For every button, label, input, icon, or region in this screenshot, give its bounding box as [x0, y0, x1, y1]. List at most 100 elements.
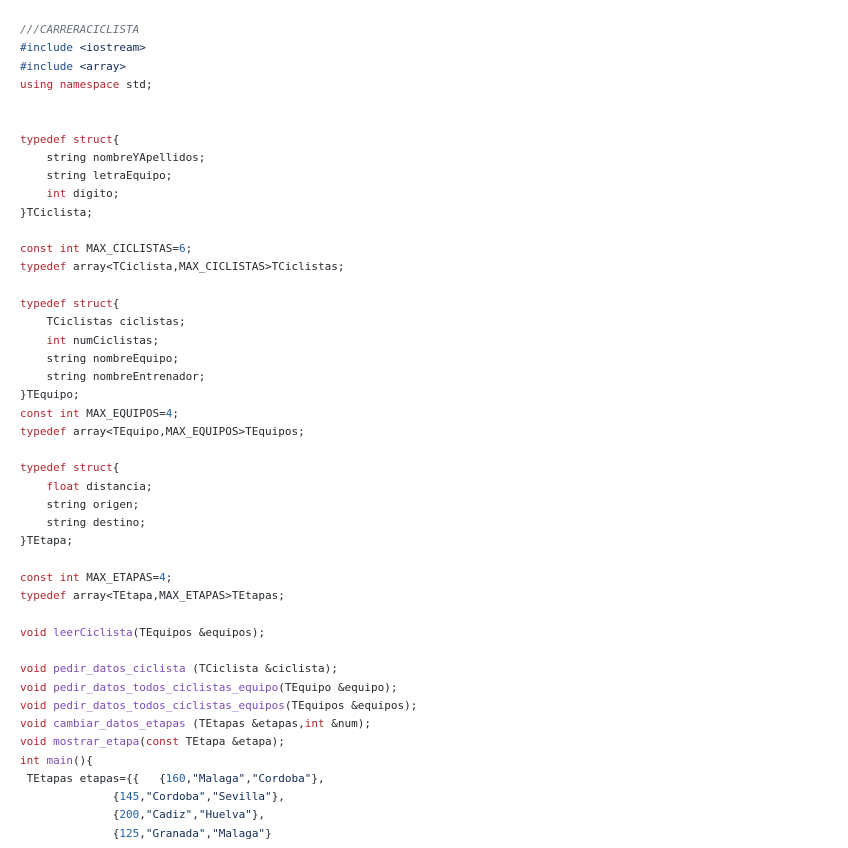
include-path-token: <iostream>: [79, 41, 146, 55]
code-line: string nombreEntrenador;: [20, 368, 848, 386]
include-path-token: <array>: [79, 59, 126, 73]
code-token: string nombreEntrenador;: [20, 370, 206, 384]
keyword-token: void: [20, 625, 47, 639]
keyword-token: const: [20, 406, 54, 420]
keyword-token: int: [304, 717, 325, 731]
code-line: {145,"Cordoba","Sevilla"},: [20, 788, 848, 806]
string-token: "Cordoba": [251, 771, 312, 785]
code-line: const int MAX_CICLISTAS=6;: [20, 240, 848, 258]
code-line: void mostrar_etapa(const TEtapa &etapa);: [20, 733, 848, 751]
keyword-token: void: [20, 698, 47, 712]
code-token: MAX_EQUIPOS=: [79, 406, 166, 420]
code-token: string destino;: [20, 516, 146, 530]
keyword-token: int: [20, 753, 40, 767]
code-token: distancia;: [79, 479, 153, 493]
keyword-token: using: [20, 77, 54, 91]
code-line: string destino;: [20, 514, 848, 532]
number-token: 145: [119, 790, 140, 804]
code-token: ,: [139, 826, 146, 840]
code-line: using namespace std;: [20, 76, 848, 94]
code-token: (TEquipos &equipos);: [132, 625, 266, 639]
string-token: "Cadiz": [145, 808, 193, 822]
code-line: #include <array>: [20, 58, 848, 76]
keyword-token: int: [59, 406, 80, 420]
keyword-token: int: [46, 187, 67, 201]
code-line: TEtapas etapas={{ {160,"Malaga","Cordoba…: [20, 770, 848, 788]
code-line: void leerCiclista(TEquipos &equipos);: [20, 624, 848, 642]
function-name-token: pedir_datos_ciclista: [53, 662, 186, 676]
code-line: typedef array<TEquipo,MAX_EQUIPOS>TEquip…: [20, 423, 848, 441]
code-line: typedef struct{: [20, 131, 848, 149]
code-line: TCiclistas ciclistas;: [20, 313, 848, 331]
code-token: array<TEquipo,MAX_EQUIPOS>TEquipos;: [66, 424, 305, 438]
code-line: string nombreYApellidos;: [20, 149, 848, 167]
code-token: }TCiclista;: [20, 205, 93, 219]
code-token: (TEtapas &etapas,: [185, 717, 305, 731]
code-token: },: [251, 808, 266, 822]
code-token: array<TEtapa,MAX_ETAPAS>TEtapas;: [66, 589, 285, 603]
keyword-token: typedef: [20, 296, 67, 310]
keyword-token: typedef: [20, 461, 67, 475]
keyword-token: int: [46, 333, 67, 347]
code-token: MAX_CICLISTAS=: [79, 242, 179, 256]
code-token: (TCiclista &ciclista);: [185, 662, 338, 676]
keyword-token: void: [20, 735, 47, 749]
keyword-token: void: [20, 662, 47, 676]
code-token: MAX_ETAPAS=: [79, 570, 160, 584]
code-line: #include <iostream>: [20, 39, 848, 57]
keyword-token: int: [59, 570, 80, 584]
code-token: TEtapas etapas={{ {: [20, 771, 166, 785]
code-token: ,: [139, 790, 146, 804]
code-line: string origen;: [20, 496, 848, 514]
code-line: float distancia;: [20, 478, 848, 496]
string-token: "Cordoba": [145, 790, 206, 804]
code-token: {: [112, 132, 120, 146]
function-name-token: cambiar_datos_etapas: [53, 717, 186, 731]
code-line: typedef array<TCiclista,MAX_CICLISTAS>TC…: [20, 258, 848, 276]
code-editor[interactable]: ///CARRERACICLISTA #include <iostream> #in…: [0, 0, 848, 848]
code-token: &num);: [324, 717, 372, 731]
keyword-token: typedef: [20, 424, 67, 438]
code-token: string origen;: [20, 497, 140, 511]
code-token: ;: [172, 406, 179, 420]
code-token: ,: [192, 808, 199, 822]
preprocessor-token: #include: [20, 59, 73, 73]
comment-token: ///CARRERACICLISTA: [20, 23, 140, 36]
number-token: 125: [119, 826, 140, 840]
keyword-token: typedef: [20, 589, 67, 603]
code-line: void cambiar_datos_etapas (TEtapas &etap…: [20, 715, 848, 733]
keyword-token: typedef: [20, 132, 67, 146]
string-token: "Malaga": [192, 771, 246, 785]
code-token: string nombreYApellidos;: [20, 150, 206, 164]
code-token: (){: [73, 753, 93, 767]
code-token: {: [20, 808, 120, 822]
keyword-token: const: [20, 242, 54, 256]
keyword-token: int: [59, 242, 80, 256]
code-line: string letraEquipo;: [20, 167, 848, 185]
code-token: }: [265, 826, 272, 840]
code-line: void pedir_datos_todos_ciclistas_equipo(…: [20, 679, 848, 697]
keyword-token: void: [20, 717, 47, 731]
number-token: 6: [178, 242, 186, 256]
code-token: {: [20, 790, 120, 804]
code-token: (TEquipos &equipos);: [284, 698, 418, 712]
code-token: {: [112, 296, 120, 310]
function-name-token: pedir_datos_todos_ciclistas_equipos: [53, 698, 285, 712]
code-line: int digito;: [20, 185, 848, 203]
code-line: int numCiclistas;: [20, 332, 848, 350]
keyword-token: const: [20, 570, 54, 584]
code-token: },: [271, 790, 285, 804]
